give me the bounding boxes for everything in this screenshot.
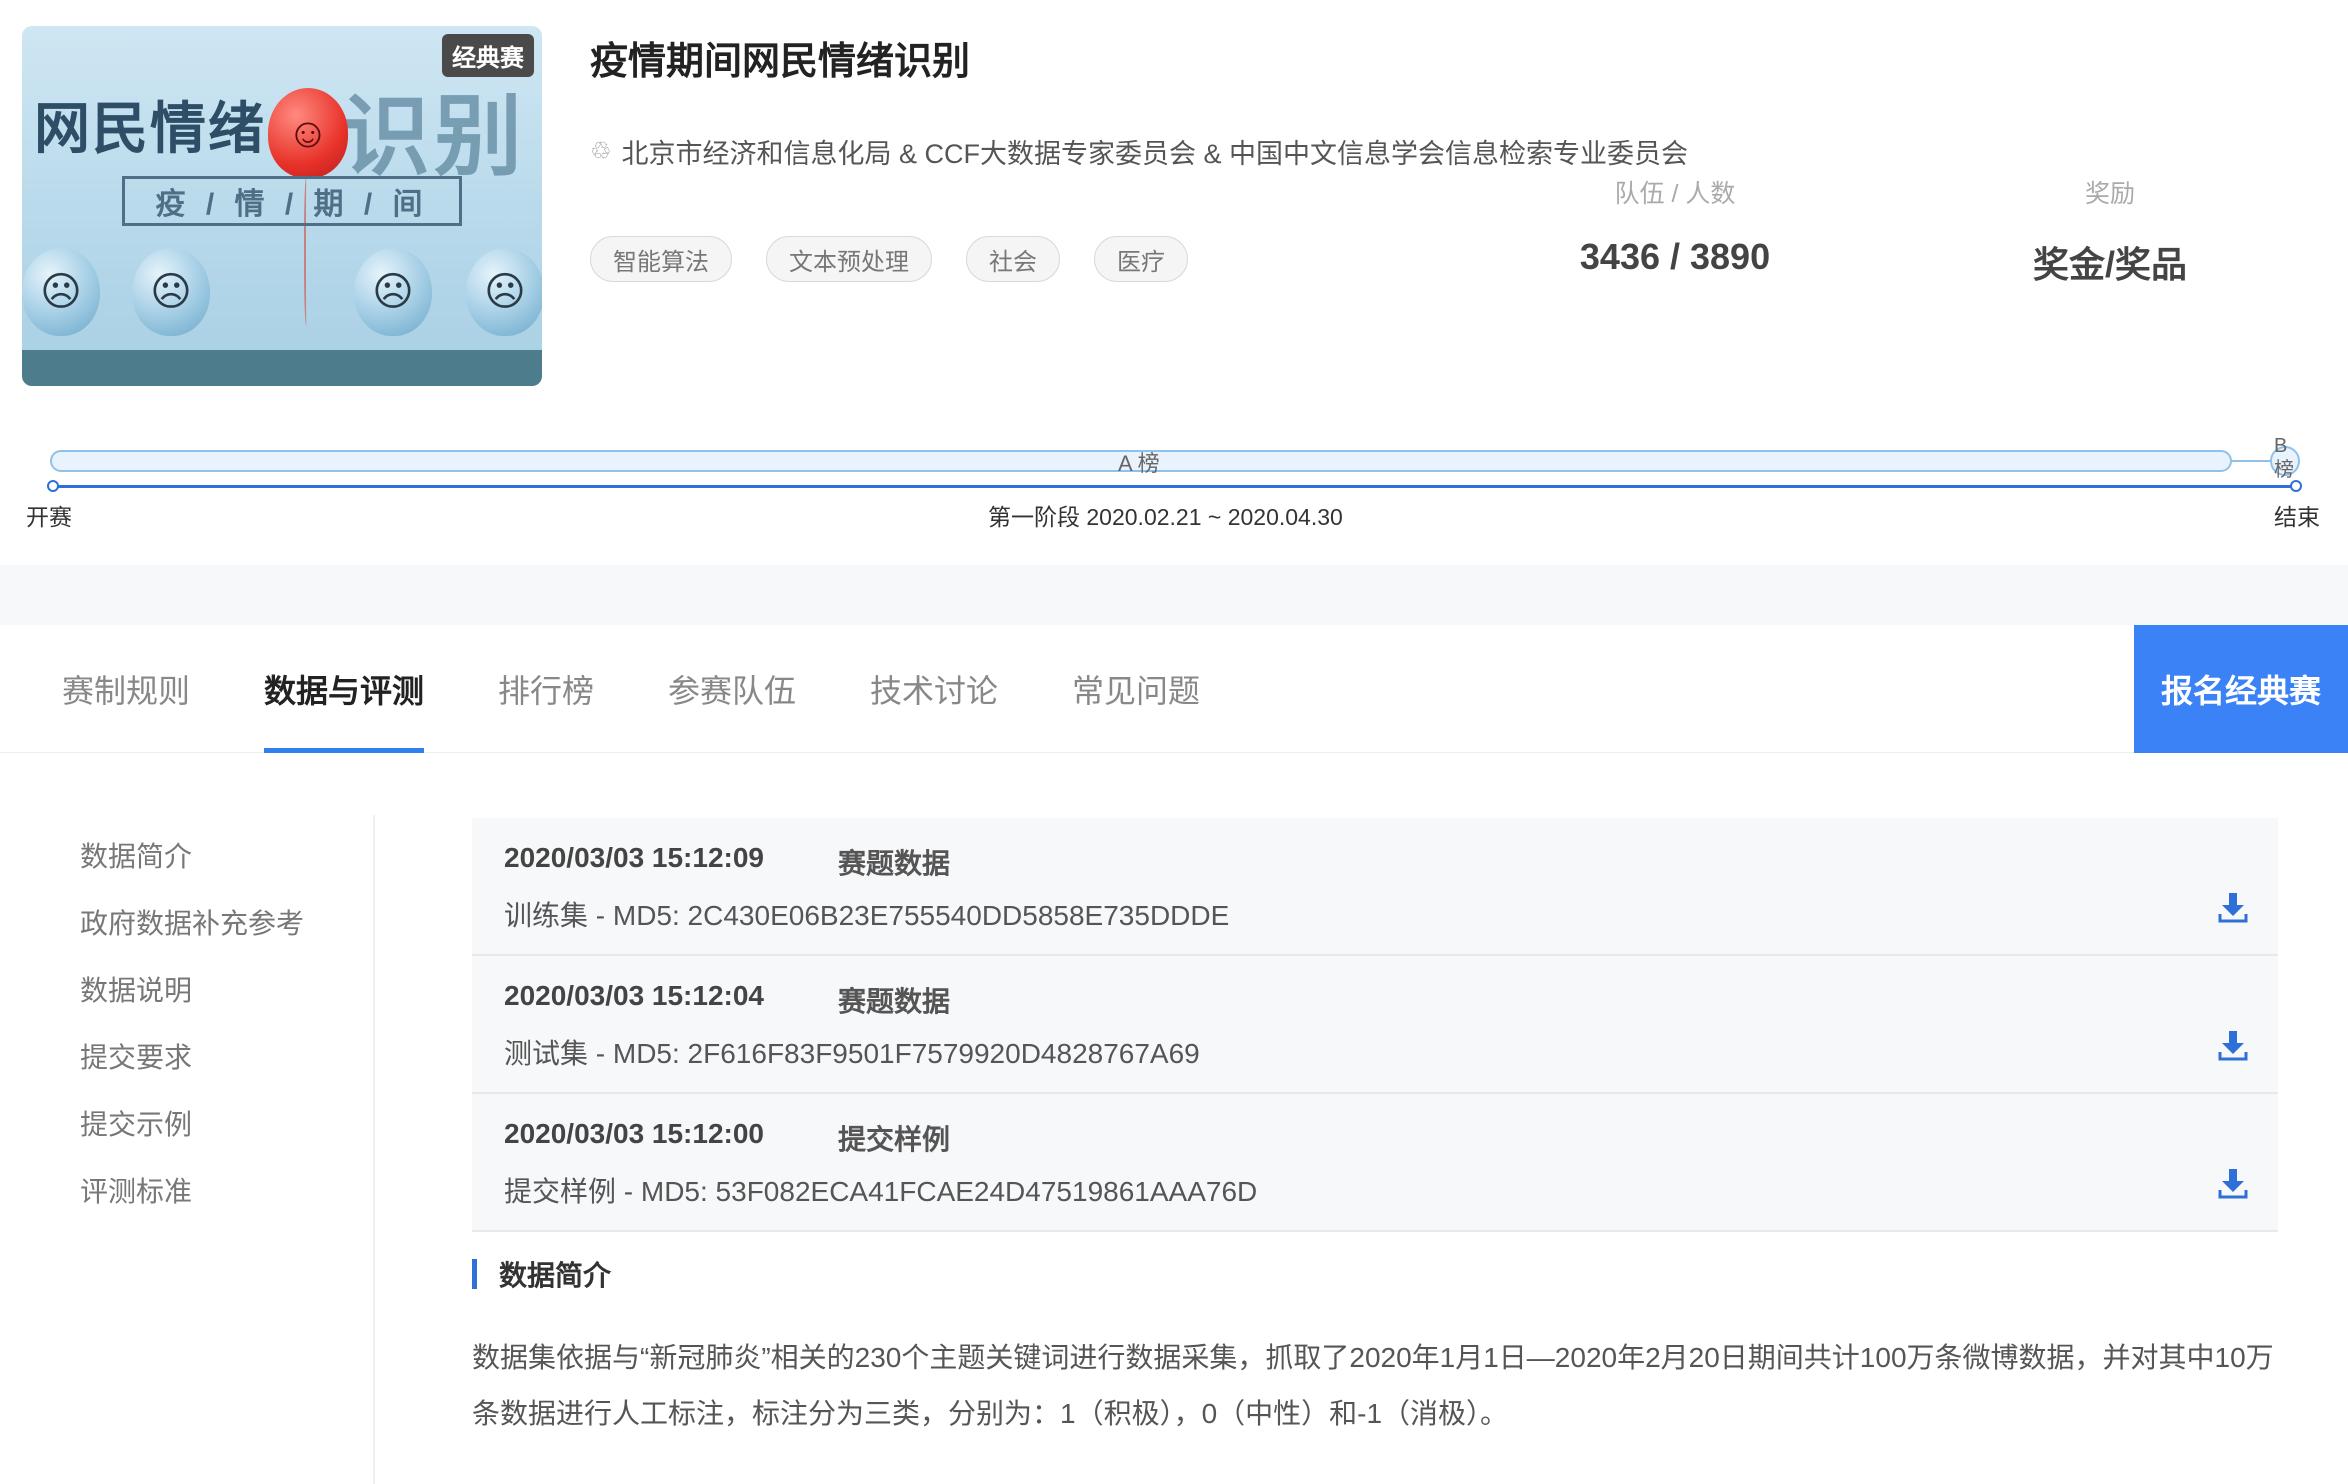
sad-balloon-icon: ☹ bbox=[354, 248, 432, 336]
timeline-line bbox=[52, 485, 2296, 488]
classic-badge: 经典赛 bbox=[442, 34, 534, 77]
section-divider-band bbox=[0, 565, 2348, 625]
download-icon[interactable] bbox=[2216, 1166, 2250, 1200]
file-timestamp: 2020/03/03 15:12:09 bbox=[504, 842, 764, 873]
sidebar-item-submission-requirements[interactable]: 提交要求 bbox=[80, 1036, 192, 1076]
tag-item[interactable]: 社会 bbox=[966, 236, 1060, 282]
tab-discussion[interactable]: 技术讨论 bbox=[870, 625, 998, 753]
tag-list: 智能算法 文本预处理 社会 医疗 bbox=[590, 236, 1188, 282]
banner-text-right: 识别 bbox=[342, 87, 527, 186]
file-md5: 训练集 - MD5: 2C430E06B23E755540DD5858E735D… bbox=[504, 900, 1230, 931]
signup-button[interactable]: 报名经典赛 bbox=[2134, 625, 2348, 753]
organizer-icon: ♲ bbox=[590, 138, 612, 165]
tab-leaderboard[interactable]: 排行榜 bbox=[498, 625, 594, 753]
timeline-phase-label: 第一阶段 2020.02.21 ~ 2020.04.30 bbox=[988, 504, 1343, 530]
sidebar-item-gov-data[interactable]: 政府数据补充参考 bbox=[80, 902, 304, 942]
tag-item[interactable]: 文本预处理 bbox=[766, 236, 932, 282]
file-row: 2020/03/03 15:12:09 赛题数据 训练集 - MD5: 2C43… bbox=[472, 818, 2278, 956]
timeline-start-label: 开赛 bbox=[26, 504, 72, 530]
file-timestamp: 2020/03/03 15:12:00 bbox=[504, 1118, 764, 1149]
tag-item[interactable]: 智能算法 bbox=[590, 236, 732, 282]
competition-banner-image: 网民情绪 识别 ☺ 疫 / 情 / 期 / 间 ☹ ☹ ☹ ☹ 经典赛 bbox=[22, 26, 542, 386]
teams-stat-value: 3436 / 3890 bbox=[1579, 236, 1771, 277]
timeline-end-label: 结束 bbox=[2274, 504, 2320, 530]
teams-stat: 队伍 / 人数 3436 / 3890 bbox=[1540, 174, 1810, 278]
sidebar-item-submission-example[interactable]: 提交示例 bbox=[80, 1103, 192, 1143]
download-icon[interactable] bbox=[2216, 890, 2250, 924]
reward-stat: 奖励 奖金/奖品 bbox=[1970, 174, 2250, 288]
file-kind: 提交样例 bbox=[838, 1124, 951, 1155]
organizers: ♲ 北京市经济和信息化局 & CCF大数据专家委员会 & 中国中文信息学会信息检… bbox=[590, 132, 1688, 171]
banner-subtitle: 疫 / 情 / 期 / 间 bbox=[122, 176, 462, 226]
sad-balloon-icon: ☹ bbox=[466, 248, 542, 336]
sad-balloon-icon: ☹ bbox=[132, 248, 210, 336]
file-md5: 测试集 - MD5: 2F616F83F9501F7579920D4828767… bbox=[504, 1038, 1200, 1069]
competition-title: 疫情期间网民情绪识别 bbox=[590, 41, 971, 83]
file-kind: 赛题数据 bbox=[838, 986, 951, 1017]
sidebar-item-data-description[interactable]: 数据说明 bbox=[80, 969, 192, 1009]
tab-data-evaluation[interactable]: 数据与评测 bbox=[264, 625, 425, 753]
banner-text-left: 网民情绪 bbox=[34, 97, 266, 160]
file-row: 2020/03/03 15:12:04 赛题数据 测试集 - MD5: 2F61… bbox=[472, 956, 2278, 1094]
sidebar-nav: 数据简介 政府数据补充参考 数据说明 提交要求 提交示例 评测标准 bbox=[0, 815, 375, 1484]
section-title: 数据简介 bbox=[499, 1260, 612, 1291]
competition-header: 网民情绪 识别 ☺ 疫 / 情 / 期 / 间 ☹ ☹ ☹ ☹ 经典赛 疫情期间… bbox=[0, 0, 2348, 565]
section-heading: 数据简介 bbox=[472, 1254, 611, 1294]
banner-bottom-strip bbox=[22, 350, 542, 386]
file-row: 2020/03/03 15:12:00 提交样例 提交样例 - MD5: 53F… bbox=[472, 1094, 2278, 1232]
teams-stat-label: 队伍 / 人数 bbox=[1614, 180, 1736, 208]
reward-stat-value: 奖金/奖品 bbox=[2032, 244, 2187, 285]
tag-item[interactable]: 医疗 bbox=[1094, 236, 1188, 282]
organizers-text: 北京市经济和信息化局 & CCF大数据专家委员会 & 中国中文信息学会信息检索专… bbox=[621, 139, 1689, 169]
timeline-b-label: B榜 bbox=[2274, 435, 2294, 481]
sidebar-item-data-intro[interactable]: 数据简介 bbox=[80, 835, 192, 875]
smiling-balloon-icon: ☺ bbox=[268, 88, 348, 178]
timeline-a-label: A 榜 bbox=[1118, 451, 1160, 476]
file-md5: 提交样例 - MD5: 53F082ECA41FCAE24D47519861AA… bbox=[504, 1176, 1258, 1207]
file-kind: 赛题数据 bbox=[838, 848, 951, 879]
reward-stat-label: 奖励 bbox=[2084, 180, 2135, 208]
dataset-file-list: 2020/03/03 15:12:09 赛题数据 训练集 - MD5: 2C43… bbox=[472, 818, 2278, 1232]
tab-teams[interactable]: 参赛队伍 bbox=[668, 625, 796, 753]
timeline-start-dot bbox=[47, 480, 59, 492]
tab-rules[interactable]: 赛制规则 bbox=[62, 625, 190, 753]
timeline-end-dot bbox=[2290, 480, 2302, 492]
tab-faq[interactable]: 常见问题 bbox=[1072, 625, 1200, 753]
tab-bar: 赛制规则 数据与评测 排行榜 参赛队伍 技术讨论 常见问题 报名经典赛 bbox=[0, 625, 2348, 753]
section-accent-bar bbox=[472, 1259, 477, 1289]
download-icon[interactable] bbox=[2216, 1028, 2250, 1062]
sidebar-item-evaluation-criteria[interactable]: 评测标准 bbox=[80, 1170, 192, 1210]
sad-balloon-icon: ☹ bbox=[22, 248, 100, 336]
file-timestamp: 2020/03/03 15:12:04 bbox=[504, 980, 764, 1011]
section-description: 数据集依据与“新冠肺炎”相关的230个主题关键词进行数据采集，抓取了2020年1… bbox=[472, 1342, 2274, 1429]
timeline-connector bbox=[2232, 460, 2272, 462]
